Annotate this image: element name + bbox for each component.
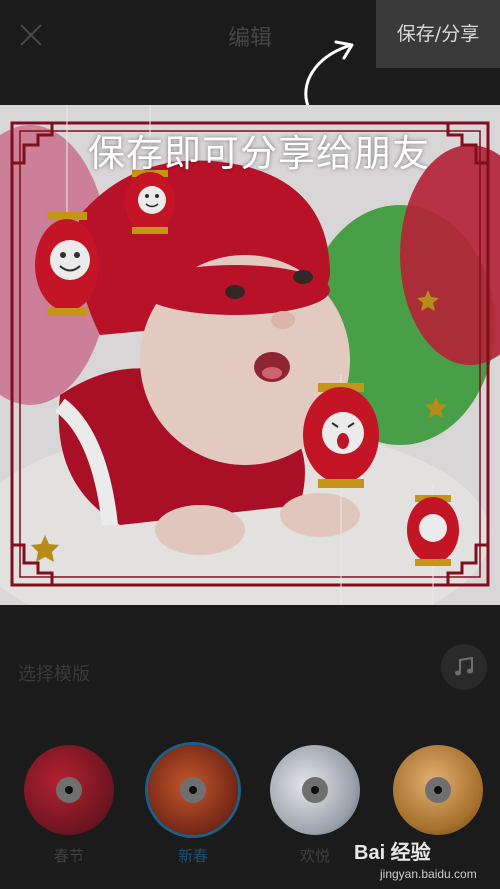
section-label: 选择模版 <box>18 664 90 685</box>
guide-text: 保存即可分享给朋友 <box>88 132 430 175</box>
music-note-icon <box>455 656 473 676</box>
template-label: 春节 <box>53 847 84 865</box>
hint-arrow-icon <box>304 40 354 108</box>
template-thumbnail <box>148 745 238 835</box>
disc-hole <box>56 777 82 803</box>
photo-preview[interactable] <box>0 105 500 605</box>
template-item-new-spring[interactable]: 新春 <box>148 745 238 875</box>
watermark-url: jingyan.baidu.com <box>380 867 477 881</box>
template-item-spring-festival[interactable]: 春节 <box>24 745 114 875</box>
template-thumbnail <box>24 745 114 835</box>
template-label: 欢悦 <box>299 847 330 865</box>
watermark-logo: Bai 经验 <box>354 842 431 864</box>
disc-hole <box>180 777 206 803</box>
disc-hole <box>302 777 328 803</box>
save-share-button[interactable]: 保存/分享 <box>376 0 500 68</box>
template-item-joy[interactable]: 欢悦 <box>270 745 360 875</box>
template-thumbnail <box>270 745 360 835</box>
template-label: 新春 <box>177 847 208 865</box>
music-button[interactable] <box>441 644 487 690</box>
disc-hole <box>425 777 451 803</box>
top-bar: 编辑 保存/分享 <box>0 0 500 68</box>
baby-photo-image <box>0 105 500 605</box>
template-thumbnail <box>393 745 483 835</box>
baidu-jingyan-watermark: Bai 经验 jingyan.baidu.com <box>352 836 500 886</box>
